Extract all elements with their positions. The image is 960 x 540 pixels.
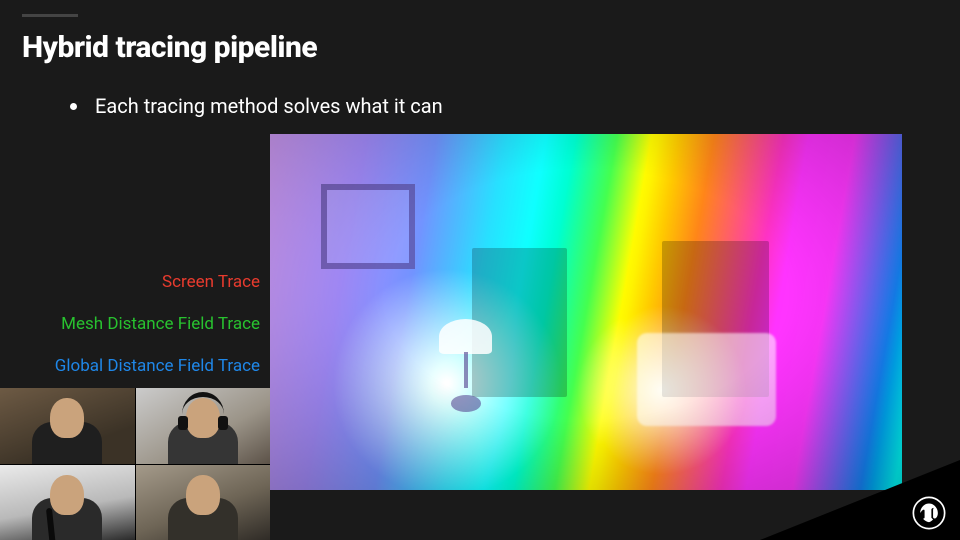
- bullet-text: Each tracing method solves what it can: [95, 94, 443, 118]
- bullet-dot-icon: [70, 103, 77, 110]
- accent-bar: [22, 14, 78, 17]
- label-mesh-distance-trace: Mesh Distance Field Trace: [4, 314, 260, 334]
- participant-top-right: [136, 388, 271, 464]
- participant-bottom-right: [136, 465, 271, 540]
- participant-bottom-left: [0, 465, 135, 540]
- trace-method-labels: Screen Trace Mesh Distance Field Trace G…: [4, 272, 260, 376]
- label-screen-trace: Screen Trace: [4, 272, 260, 292]
- unreal-engine-logo-icon: [912, 496, 946, 530]
- bullet-item: Each tracing method solves what it can: [70, 94, 443, 118]
- label-global-distance-trace: Global Distance Field Trace: [4, 356, 260, 376]
- participant-top-left: [0, 388, 135, 464]
- visualization-image: [270, 134, 902, 490]
- webcam-grid: [0, 388, 270, 540]
- slide-title: Hybrid tracing pipeline: [22, 30, 317, 65]
